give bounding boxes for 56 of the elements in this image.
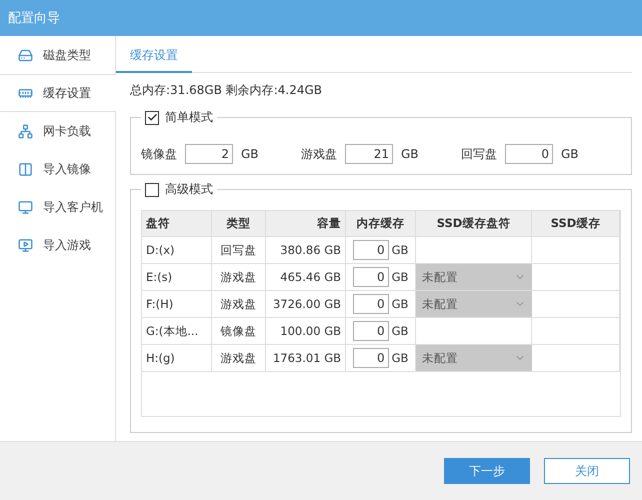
table-cell: D:(x) [142, 237, 212, 264]
table-cell: 465.46 GB [266, 264, 346, 291]
table-cell: F:(H) [142, 291, 212, 318]
table-cell: 游戏盘 [212, 291, 266, 318]
input-field[interactable]: 0 [352, 267, 389, 287]
unit-label: GB [561, 147, 579, 161]
field-label: 回写盘 [461, 146, 497, 162]
input-field[interactable]: 21 [345, 144, 393, 164]
network-icon [18, 124, 33, 138]
column-header: 类型 [212, 211, 266, 237]
check-icon [146, 112, 158, 123]
unit-label: GB [392, 243, 408, 257]
column-header: 盘符 [142, 211, 212, 237]
column-header: SSD缓存 [532, 211, 620, 237]
table-cell: 100.00 GB [266, 318, 346, 345]
monitor-play-icon [18, 238, 33, 252]
table-cell: E:(s) [142, 264, 212, 291]
table-cell: 镜像盘 [212, 318, 266, 345]
input-field[interactable]: 2 [185, 144, 233, 164]
field-label: 镜像盘 [141, 146, 177, 162]
unit-label: GB [401, 147, 419, 161]
table-cell: G:(本地... [142, 318, 212, 345]
input-field[interactable]: 0 [505, 144, 553, 164]
input-field[interactable]: 0 [352, 240, 389, 260]
dropdown[interactable]: 未配置 [416, 264, 532, 291]
table-cell: 回写盘 [212, 237, 266, 264]
table-cell: 游戏盘 [212, 345, 266, 372]
drive-icon [18, 48, 33, 62]
dropdown[interactable]: 未配置 [416, 345, 532, 372]
window-title: 配置向导 [8, 10, 60, 27]
unit-label: GB [392, 297, 408, 311]
input-field[interactable]: 0 [352, 294, 389, 314]
unit-label: GB [392, 270, 408, 284]
table-cell: 1763.01 GB [266, 345, 346, 372]
sidebar-item[interactable]: 缓存设置 [0, 74, 116, 112]
column-header: SSD缓存盘符 [416, 211, 532, 237]
unit-label: GB [392, 351, 408, 365]
column-header: 容量 [266, 211, 346, 237]
input-field[interactable]: 0 [352, 348, 389, 368]
table-cell: 游戏盘 [212, 264, 266, 291]
table-cell: H:(g) [142, 345, 212, 372]
memory-info: 总内存:31.68GB 剩余内存:4.24GB [130, 82, 324, 99]
checkbox-label: 简单模式 [165, 109, 213, 126]
dropdown[interactable]: 未配置 [416, 291, 532, 318]
column-header: 内存缓存 [346, 211, 416, 237]
unit-label: GB [392, 324, 408, 338]
checkbox[interactable] [145, 182, 159, 196]
columns-icon [18, 162, 33, 176]
monitor-icon [18, 200, 33, 214]
checkbox[interactable] [145, 110, 159, 124]
field-label: 游戏盘 [301, 146, 337, 162]
checkbox-label: 高级模式 [165, 181, 213, 198]
unit-label: GB [241, 147, 259, 161]
table-cell: 3726.00 GB [266, 291, 346, 318]
input-field[interactable]: 0 [352, 321, 389, 341]
table-cell: 380.86 GB [266, 237, 346, 264]
